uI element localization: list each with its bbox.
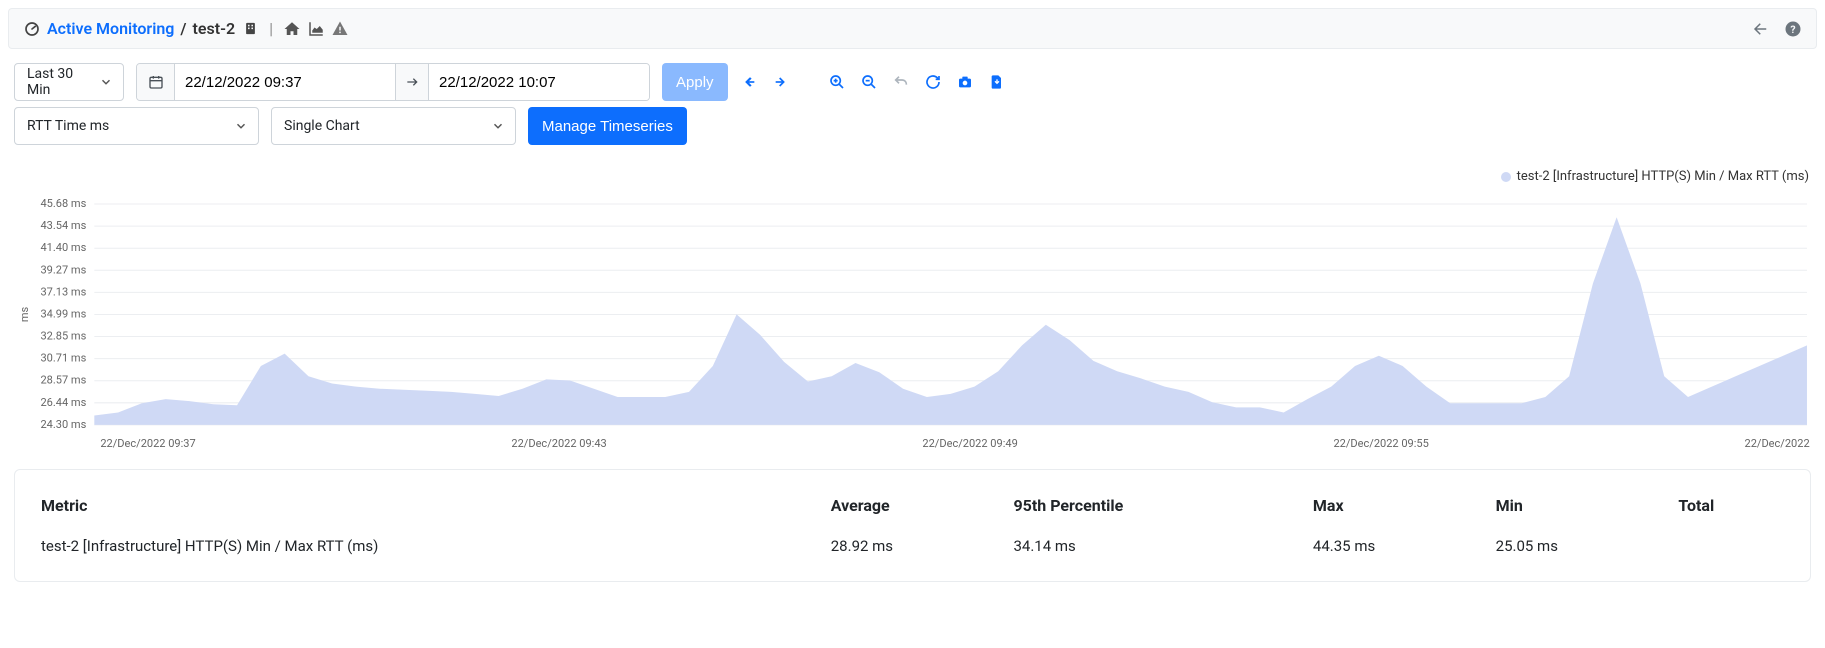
metric-select-label: RTT Time ms [27,118,109,134]
zoom-out-icon[interactable] [860,73,878,91]
warning-icon[interactable] [331,20,349,38]
manage-timeseries-button[interactable]: Manage Timeseries [528,107,687,145]
svg-text:41.40 ms: 41.40 ms [40,241,86,254]
chart-legend: test-2 [Infrastructure] HTTP(S) Min / Ma… [14,165,1811,194]
svg-text:32.85 ms: 32.85 ms [40,330,86,343]
svg-text:45.68 ms: 45.68 ms [40,197,86,210]
metrics-summary-card: Metric Average 95th Percentile Max Min T… [14,469,1811,582]
calendar-button[interactable] [137,64,175,100]
svg-text:30.71 ms: 30.71 ms [40,352,86,365]
chart-mode-select[interactable]: Single Chart [271,107,516,145]
cell-max: 44.35 ms [1307,529,1490,563]
svg-text:37.13 ms: 37.13 ms [40,285,86,298]
table-header-row: Metric Average 95th Percentile Max Min T… [35,488,1790,529]
refresh-icon[interactable] [924,73,942,91]
svg-text:26.44 ms: 26.44 ms [40,396,86,409]
chevron-down-icon [99,75,113,89]
metric-select[interactable]: RTT Time ms [14,107,259,145]
cell-min: 25.05 ms [1490,529,1673,563]
header-actions: ? [1752,20,1802,38]
cell-total [1672,529,1790,563]
page-header: Active Monitoring / test-2 | ? [8,8,1817,49]
col-max: Max [1307,488,1490,529]
chevron-down-icon [491,119,505,133]
col-metric: Metric [35,488,825,529]
svg-text:?: ? [1790,22,1795,35]
snapshot-icon[interactable] [956,73,974,91]
time-range-select[interactable]: Last 30 Min [14,63,124,101]
chart-mode-label: Single Chart [284,118,360,134]
date-to-input[interactable] [429,64,649,100]
legend-label: test-2 [Infrastructure] HTTP(S) Min / Ma… [1517,169,1809,184]
breadcrumb-link-active-monitoring[interactable]: Active Monitoring [47,19,174,38]
col-average: Average [825,488,1008,529]
chevron-down-icon [234,119,248,133]
cell-average: 28.92 ms [825,529,1008,563]
date-arrow-icon [395,64,429,100]
toolbar-row-2: RTT Time ms Single Chart Manage Timeseri… [0,107,1825,155]
breadcrumb-current: test-2 [192,19,235,38]
export-icon[interactable] [988,73,1006,91]
breadcrumb: Active Monitoring / test-2 | [23,19,349,38]
svg-text:28.57 ms: 28.57 ms [40,374,86,387]
svg-text:24.30 ms: 24.30 ms [40,418,86,431]
time-range-label: Last 30 Min [27,66,89,98]
svg-text:43.54 ms: 43.54 ms [40,219,86,232]
date-range-group [136,63,650,101]
date-from-input[interactable] [175,64,395,100]
back-arrow-icon[interactable] [1752,20,1770,38]
step-back-icon[interactable] [740,73,758,91]
metrics-table: Metric Average 95th Percentile Max Min T… [35,488,1790,563]
server-icon [241,20,259,38]
svg-text:22/Dec/2022 09:49: 22/Dec/2022 09:49 [922,437,1017,450]
svg-text:22/Dec/2022 09:43: 22/Dec/2022 09:43 [511,437,606,450]
cell-p95: 34.14 ms [1007,529,1306,563]
col-p95: 95th Percentile [1007,488,1306,529]
cell-metric: test-2 [Infrastructure] HTTP(S) Min / Ma… [35,529,825,563]
chart-container: test-2 [Infrastructure] HTTP(S) Min / Ma… [14,165,1811,455]
svg-text:22/Dec/2022 09:55: 22/Dec/2022 09:55 [1333,437,1428,450]
table-row: test-2 [Infrastructure] HTTP(S) Min / Ma… [35,529,1790,563]
svg-text:34.99 ms: 34.99 ms [40,307,86,320]
breadcrumb-separator: / [180,19,186,38]
toolbar-row-1: Last 30 Min Apply [0,49,1825,107]
apply-button[interactable]: Apply [662,63,728,101]
col-min: Min [1490,488,1673,529]
svg-text:39.27 ms: 39.27 ms [40,263,86,276]
svg-text:22/Dec/2022 09:37: 22/Dec/2022 09:37 [100,437,195,450]
chart-tools [740,73,1006,91]
breadcrumb-divider: | [269,19,273,38]
svg-text:ms: ms [18,306,31,322]
legend-swatch [1501,172,1511,182]
col-total: Total [1672,488,1790,529]
step-forward-icon[interactable] [772,73,790,91]
gauge-icon [23,20,41,38]
undo-icon [892,73,910,91]
svg-text:22/Dec/2022 10:01: 22/Dec/2022 10:01 [1745,437,1811,450]
home-icon[interactable] [283,20,301,38]
zoom-in-icon[interactable] [828,73,846,91]
chart-plot[interactable]: 45.68 ms 43.54 ms 41.40 ms 39.27 ms 37.13 ms… [14,194,1811,455]
help-icon[interactable]: ? [1784,20,1802,38]
area-chart-icon[interactable] [307,20,325,38]
